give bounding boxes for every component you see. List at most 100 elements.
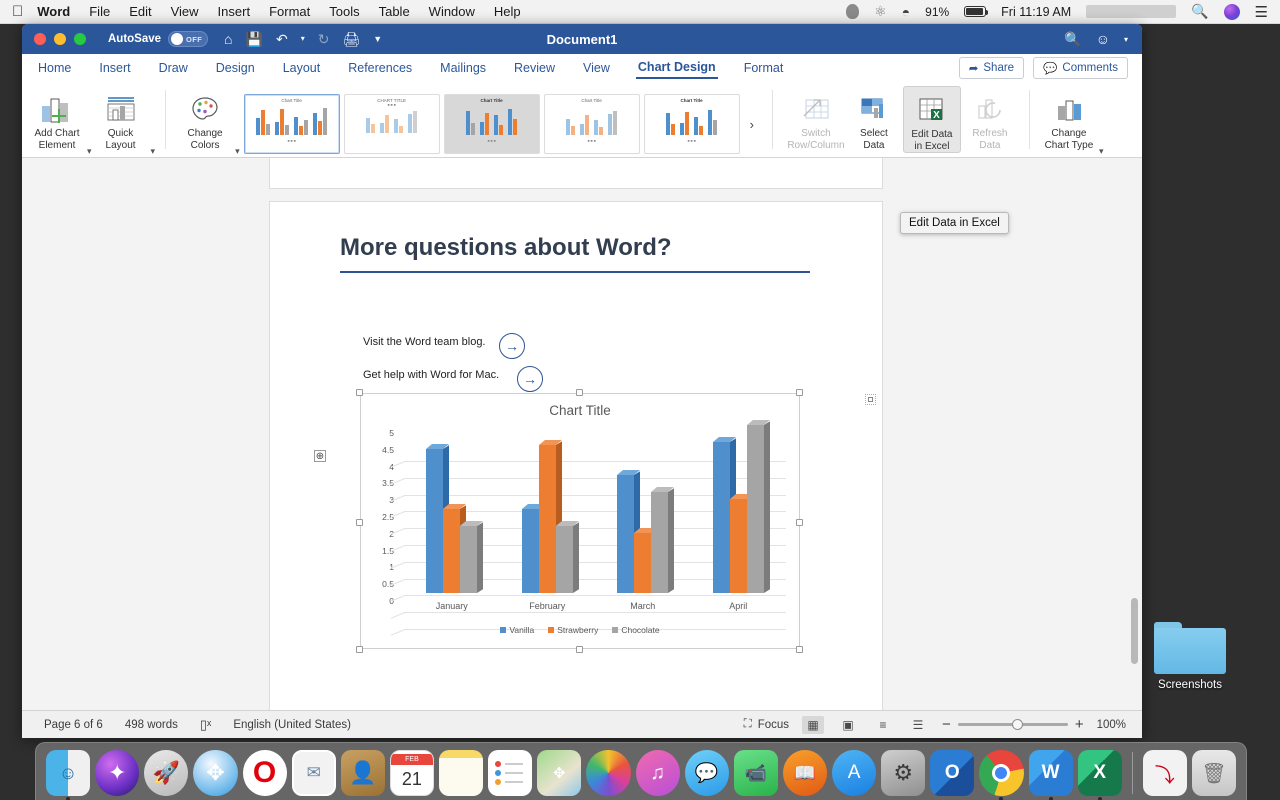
spelling-check-icon[interactable]: ▯ˣ <box>200 717 211 733</box>
maximize-window-button[interactable] <box>74 33 86 45</box>
dock-item-maps[interactable]: ✥ <box>537 750 582 796</box>
apple-icon[interactable]:  <box>12 4 23 19</box>
quick-layout-button[interactable]: Quick Layout <box>92 86 150 151</box>
siri-icon[interactable] <box>1223 3 1240 20</box>
edit-data-in-excel-button[interactable]: X Edit Data in Excel <box>902 86 961 153</box>
resize-handle-middle-left[interactable] <box>356 519 363 526</box>
dock-item-word[interactable]: W <box>1028 750 1073 800</box>
change-colors-button[interactable]: Change Colors <box>176 86 234 151</box>
resize-handle-top-right[interactable] <box>796 389 803 396</box>
dock-item-opera[interactable]: O <box>242 750 287 796</box>
menu-clock[interactable]: Fri 11:19 AM <box>1001 5 1071 19</box>
arrow-right-circle-icon-1[interactable]: → <box>499 333 525 359</box>
chart-title[interactable]: Chart Title <box>360 403 800 418</box>
menu-item-window[interactable]: Window <box>429 4 475 19</box>
word-count[interactable]: 498 words <box>125 719 178 731</box>
wifi-icon[interactable]: ◓ <box>902 4 910 20</box>
dock-item-trash[interactable]: 🗑 <box>1191 750 1236 796</box>
dock-item-downloads[interactable]: ⤵ <box>1142 750 1187 796</box>
comments-button[interactable]: 💬 Comments <box>1033 56 1128 79</box>
share-button[interactable]: ➦ Share <box>958 56 1025 79</box>
print-layout-icon[interactable]: ▦ <box>802 715 825 734</box>
resize-handle-bottom-left[interactable] <box>356 646 363 653</box>
tab-draw[interactable]: Draw <box>157 58 190 78</box>
chart-legend[interactable]: Vanilla Strawberry Chocolate <box>360 625 800 635</box>
menu-item-view[interactable]: View <box>171 4 199 19</box>
menu-item-format[interactable]: Format <box>269 4 310 19</box>
dock-item-contacts[interactable]: 👤 <box>340 750 385 796</box>
customize-toolbar-icon[interactable]: ▼ <box>373 34 382 44</box>
tab-design[interactable]: Design <box>214 58 257 78</box>
dock-item-mail[interactable]: ✉ <box>291 750 336 796</box>
change-chart-type-button[interactable]: Change Chart Type <box>1040 86 1098 151</box>
resize-handle-top-left[interactable] <box>356 389 363 396</box>
notification-center-icon[interactable]: ☰ <box>1255 3 1268 21</box>
dock-item-notes[interactable] <box>439 750 484 796</box>
close-window-button[interactable] <box>34 33 46 45</box>
undo-icon[interactable]: ↶ <box>276 32 288 46</box>
legend-item-strawberry[interactable]: Strawberry <box>548 625 598 635</box>
zoom-slider[interactable]: − + <box>942 716 1084 733</box>
dock-item-siri[interactable]: ✦ <box>95 750 140 796</box>
autosave-control[interactable]: AutoSave OFF <box>108 31 209 47</box>
menu-item-edit[interactable]: Edit <box>129 4 151 19</box>
undo-dropdown-icon[interactable]: ▾ <box>301 35 305 43</box>
minimize-window-button[interactable] <box>54 33 66 45</box>
chart-style-thumb-2[interactable]: CHART TITLE ■ ■ ■ <box>343 94 440 154</box>
language-indicator[interactable]: English (United States) <box>233 719 351 731</box>
dock-item-photos[interactable] <box>586 750 631 796</box>
draft-icon[interactable]: ☰ <box>907 716 929 734</box>
chart-styles-next-icon[interactable]: › <box>744 117 760 132</box>
dock-item-facetime[interactable]: 📹 <box>733 750 778 796</box>
change-chart-type-dropdown-icon[interactable]: ▾ <box>1099 146 1104 157</box>
select-data-button[interactable]: Select Data <box>845 86 903 151</box>
window-options-chevron-icon[interactable]: ▾ <box>1124 35 1128 44</box>
legend-item-vanilla[interactable]: Vanilla <box>500 625 534 635</box>
save-icon[interactable]: 💾 <box>246 32 263 46</box>
tab-chart-design[interactable]: Chart Design <box>635 57 718 79</box>
chart-plot-area[interactable] <box>404 420 786 630</box>
focus-mode-button[interactable]: ⛶ Focus <box>744 718 789 731</box>
chart-style-thumb-5[interactable]: Chart Title ■ ■ ■ <box>643 94 740 154</box>
resize-handle-middle-right[interactable] <box>796 519 803 526</box>
menu-item-file[interactable]: File <box>89 4 110 19</box>
move-object-handle-icon[interactable]: ⊕ <box>314 450 326 462</box>
tab-mailings[interactable]: Mailings <box>438 58 488 78</box>
home-icon[interactable]: ⌂ <box>224 32 232 46</box>
tab-layout[interactable]: Layout <box>281 58 323 78</box>
dock-item-system-preferences[interactable]: ⚙ <box>881 750 926 796</box>
layout-options-icon[interactable] <box>865 394 876 405</box>
quick-layout-dropdown-icon[interactable]: ▾ <box>151 146 156 157</box>
outline-icon[interactable]: ≡ <box>872 716 894 734</box>
web-layout-icon[interactable]: ▣ <box>837 716 859 734</box>
vertical-scrollbar[interactable] <box>1130 158 1138 710</box>
document-canvas[interactable]: More questions about Word? ⊕ Visit the W… <box>22 158 1142 710</box>
menu-item-help[interactable]: Help <box>494 4 521 19</box>
dock-item-excel[interactable]: X <box>1077 750 1122 800</box>
dock-item-app-store[interactable]: A <box>832 750 877 796</box>
menu-item-word[interactable]: Word <box>37 4 70 19</box>
battery-icon[interactable] <box>964 6 989 17</box>
feedback-smiley-icon[interactable]: ☺ <box>1096 31 1110 47</box>
resize-handle-bottom-center[interactable] <box>576 646 583 653</box>
spotlight-search-icon[interactable]: 🔍 <box>1191 3 1208 20</box>
legend-item-chocolate[interactable]: Chocolate <box>612 625 660 635</box>
add-chart-element-button[interactable]: Add Chart Element <box>28 86 86 151</box>
dock-item-calendar[interactable]: FEB 21 <box>389 750 434 796</box>
tab-home[interactable]: Home <box>36 58 73 78</box>
chart-style-thumb-4[interactable]: Chart Title ■ ■ ■ <box>543 94 640 154</box>
menu-item-tools[interactable]: Tools <box>329 4 359 19</box>
vertical-scrollbar-thumb[interactable] <box>1131 598 1138 664</box>
dock-item-safari[interactable]: ✥ <box>193 750 238 796</box>
zoom-out-icon[interactable]: − <box>942 716 951 733</box>
zoom-track[interactable] <box>957 719 1068 730</box>
print-icon[interactable]: 🖨 <box>342 32 360 46</box>
chart-style-thumb-3[interactable]: Chart Title ■ ■ ■ <box>443 94 540 154</box>
dock-item-itunes[interactable]: ♫ <box>635 750 680 796</box>
resize-handle-bottom-right[interactable] <box>796 646 803 653</box>
zoom-in-icon[interactable]: + <box>1075 716 1084 733</box>
chart-object[interactable]: Chart Title 5 4.5 4 3.5 3 2.5 2 1.5 1 0.… <box>356 389 803 653</box>
dock-item-chrome[interactable] <box>979 750 1024 800</box>
tab-format[interactable]: Format <box>742 58 786 78</box>
desktop-icon-screenshots[interactable]: Screenshots <box>1148 622 1232 691</box>
